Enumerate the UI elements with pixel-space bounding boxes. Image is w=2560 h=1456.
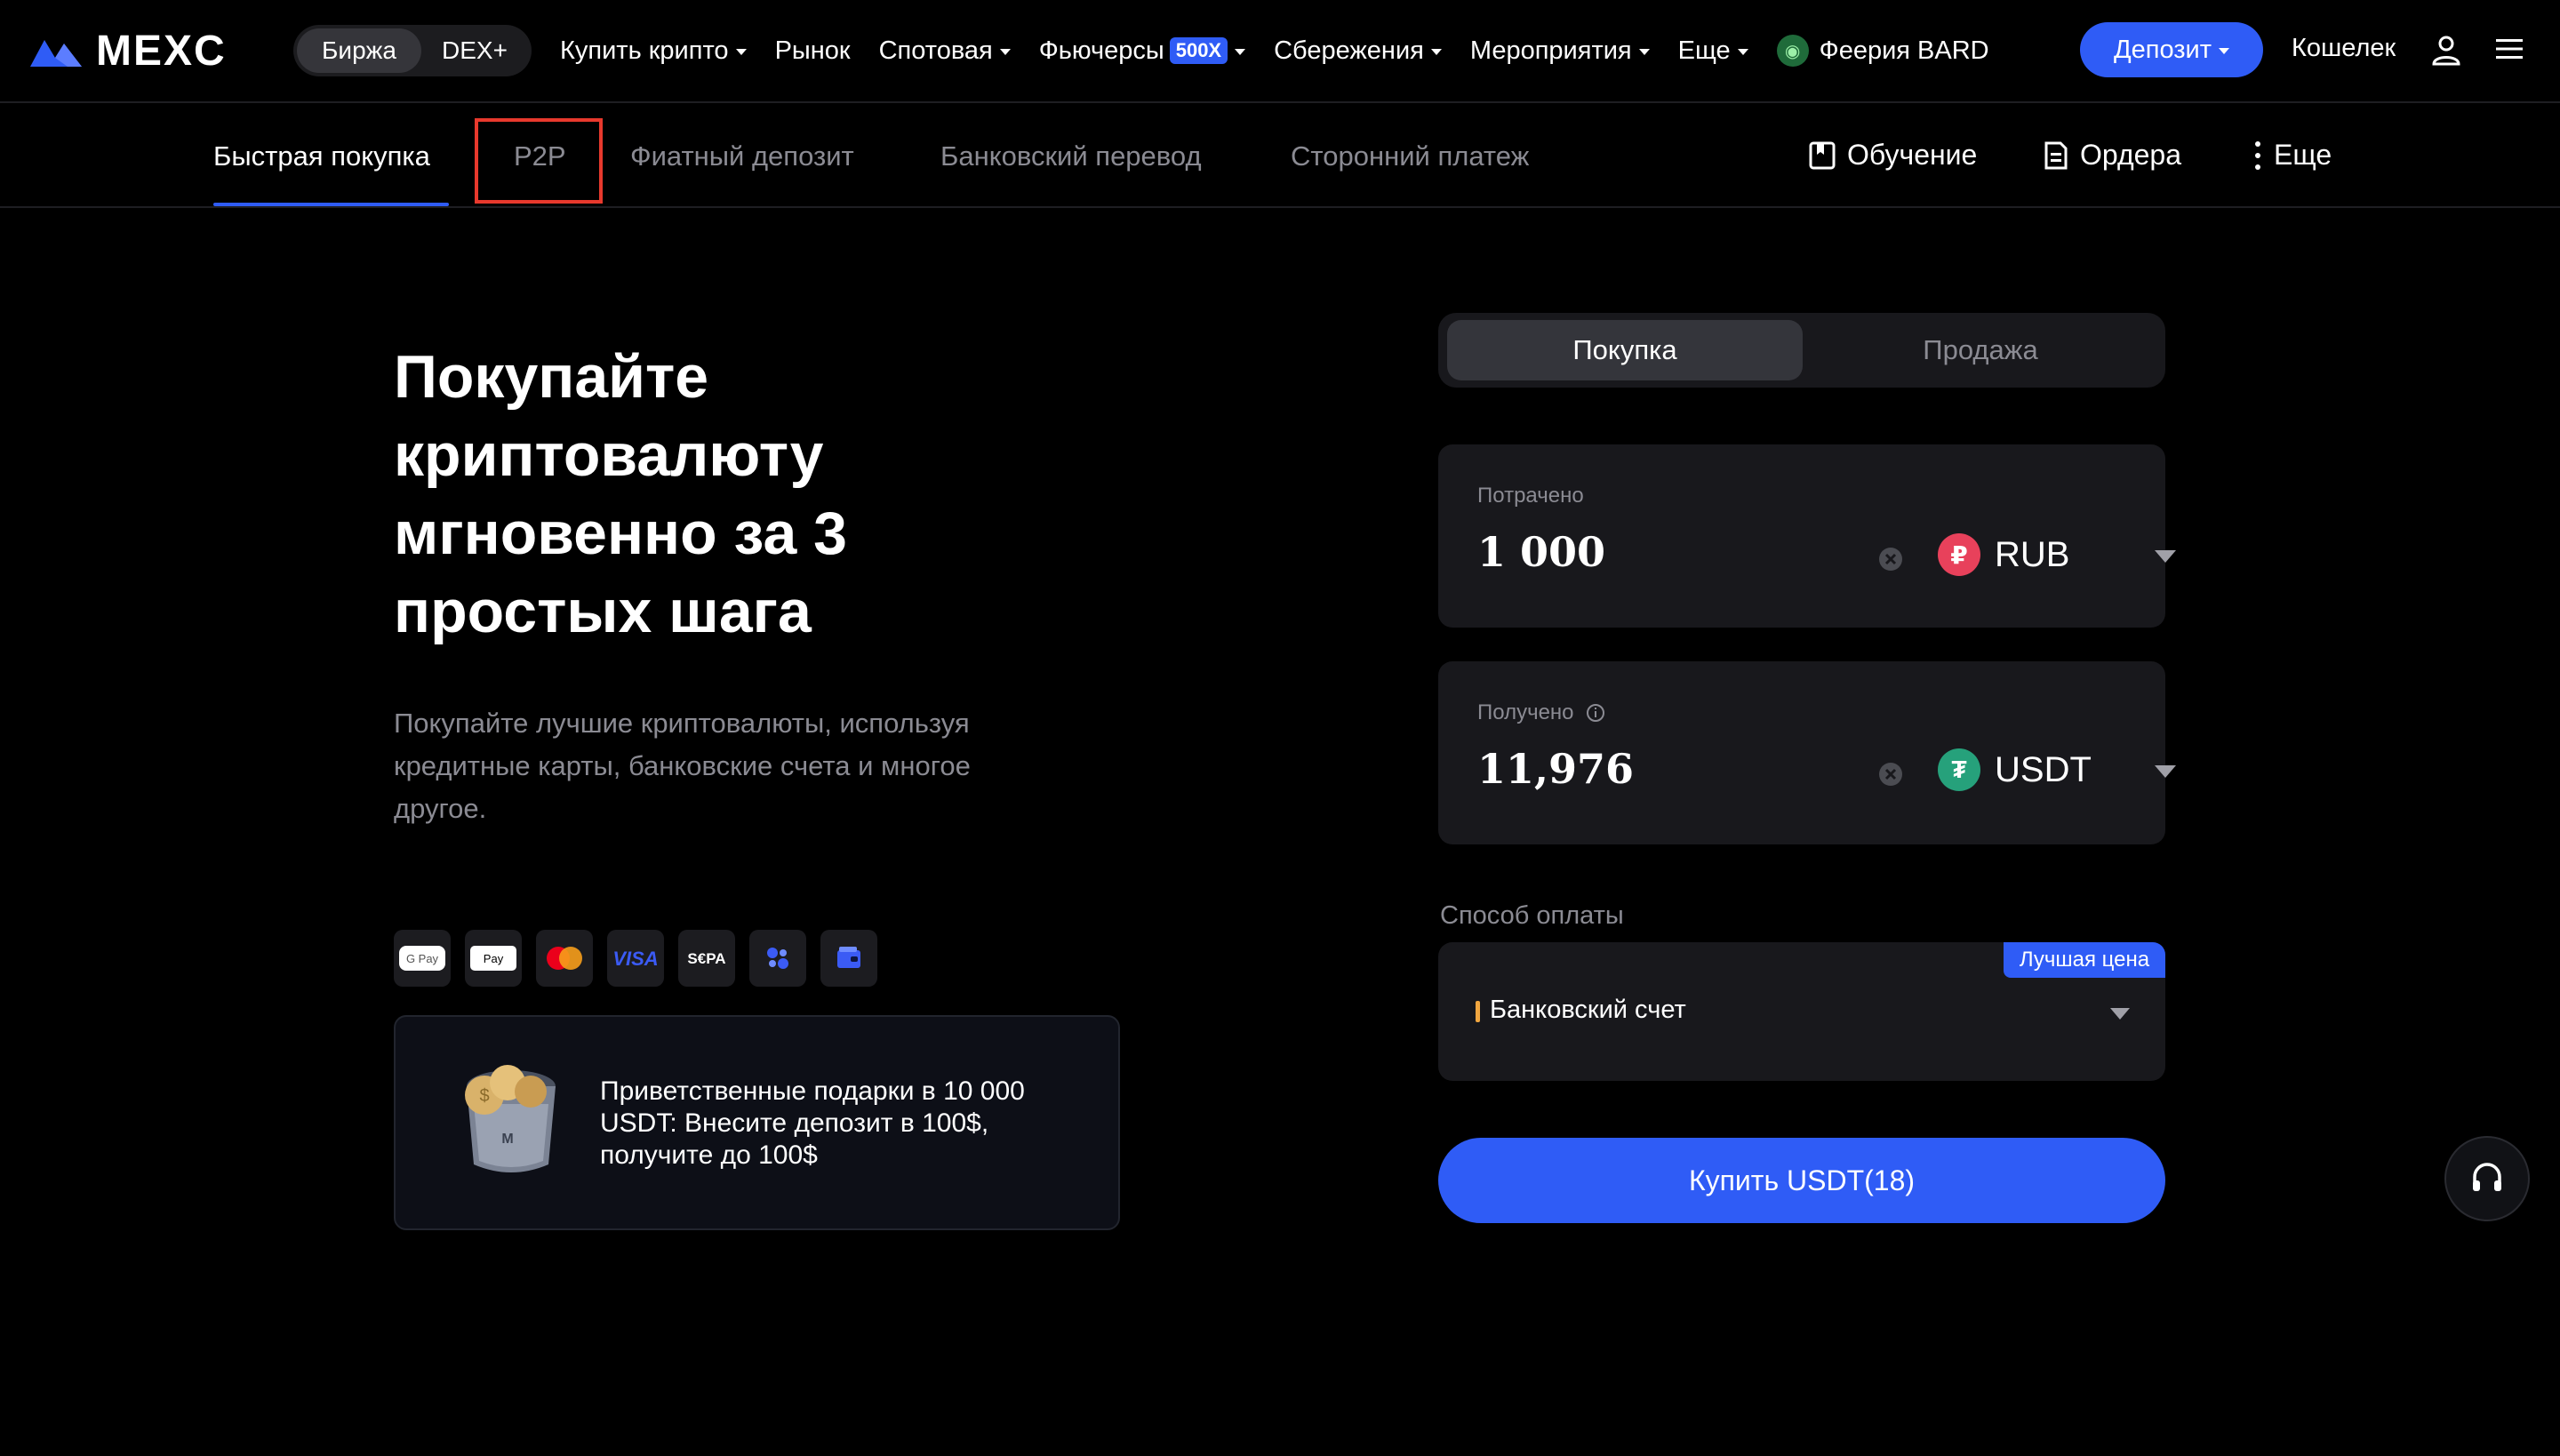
tab-bank-transfer[interactable]: Банковский перевод	[940, 140, 1202, 172]
apple-pay-icon: Pay	[465, 930, 522, 987]
brand-name: MEXC	[96, 27, 227, 75]
svg-text:S€PA: S€PA	[687, 950, 725, 967]
document-icon	[2044, 141, 2068, 169]
book-icon	[1809, 141, 1836, 169]
segment-dex[interactable]: DEX+	[421, 28, 528, 73]
rub-icon: ₽	[1938, 533, 1980, 576]
deposit-button[interactable]: Депозит	[2080, 22, 2263, 77]
spend-label: Потрачено	[1477, 484, 1584, 508]
hamburger-menu-icon[interactable]	[2496, 37, 2523, 60]
payment-indicator	[1476, 1001, 1480, 1022]
payment-method-select[interactable]: Лучшая цена Банковский счет	[1438, 942, 2165, 1081]
exchange-segment: Биржа DEX+	[293, 25, 532, 76]
chevron-down-icon	[1638, 48, 1650, 55]
segment-exchange[interactable]: Биржа	[297, 28, 421, 73]
user-icon[interactable]	[2430, 34, 2462, 66]
nav-market[interactable]: Рынок	[775, 36, 851, 66]
tab-quick-buy[interactable]: Быстрая покупка	[213, 140, 430, 172]
subnav-more[interactable]: Еще	[2252, 139, 2332, 172]
svg-text:Pay: Pay	[484, 952, 504, 965]
svg-text:G Pay: G Pay	[406, 952, 439, 965]
info-icon[interactable]	[1585, 702, 1606, 724]
receive-currency-code: USDT	[1995, 749, 2092, 789]
nav-spot[interactable]: Спотовая	[879, 36, 1011, 66]
nav-more[interactable]: Еще	[1678, 36, 1748, 66]
top-navbar: MEXC Биржа DEX+ Купить крипто Рынок Спот…	[0, 0, 2560, 103]
spend-currency-code: RUB	[1995, 534, 2070, 574]
google-pay-icon: G Pay	[394, 930, 451, 987]
chevron-down-icon[interactable]	[2155, 550, 2176, 563]
hero-subtitle: Покупайте лучшие криптовалюты, используя…	[394, 708, 971, 824]
event-icon: ◉	[1776, 35, 1809, 67]
hero-title: Покупайте криптовалюту мгновенно за 3 пр…	[394, 343, 847, 645]
receive-field: Получено 11,976 ₮ USDT	[1438, 661, 2176, 844]
nav-futures[interactable]: Фьючерсы 500X	[1039, 36, 1246, 66]
nav-buy-crypto[interactable]: Купить крипто	[560, 36, 747, 66]
tab-buy[interactable]: Покупка	[1447, 320, 1803, 380]
orders-link[interactable]: Ордера	[2043, 139, 2181, 172]
pay-app-icon	[749, 930, 806, 987]
chevron-down-icon	[1430, 48, 1442, 55]
buy-usdt-button[interactable]: Купить USDT(18)	[1438, 1138, 2165, 1223]
mexc-logo[interactable]: MEXC	[28, 27, 227, 75]
receive-label-row: Получено	[1477, 700, 1606, 725]
nav-events[interactable]: Мероприятия	[1470, 36, 1650, 66]
chevron-down-icon	[1737, 48, 1748, 55]
mastercard-icon	[536, 930, 593, 987]
support-chat-button[interactable]	[2444, 1136, 2530, 1221]
chevron-down-icon	[2110, 1008, 2130, 1020]
usdt-icon: ₮	[1938, 748, 1980, 791]
spend-field: Потрачено 1 000 ₽ RUB	[1438, 444, 2176, 628]
svg-text:VISA: VISA	[612, 948, 658, 969]
tutorial-link[interactable]: Обучение	[1808, 139, 1977, 172]
tab-fiat-deposit[interactable]: Фиатный депозит	[630, 140, 854, 172]
chevron-down-icon[interactable]	[2155, 765, 2176, 778]
buy-crypto-subnav: Быстрая покупка P2P Фиатный депозит Банк…	[0, 105, 2560, 208]
spend-currency-select[interactable]: ₽ RUB	[1938, 533, 2069, 576]
headset-icon	[2473, 1163, 2501, 1191]
sepa-icon: S€PA	[678, 930, 735, 987]
chevron-down-icon	[2219, 47, 2230, 54]
best-price-badge: Лучшая цена	[2004, 942, 2165, 978]
buy-sell-toggle: Покупка Продажа	[1438, 313, 2165, 388]
chevron-down-icon	[999, 48, 1011, 55]
visa-icon: VISA	[607, 930, 664, 987]
clear-icon[interactable]	[1877, 546, 1904, 572]
chevron-down-icon	[735, 48, 747, 55]
welcome-gift-banner[interactable]: $ M Приветственные подарки в 10 000 USDT…	[394, 1015, 1120, 1230]
nav-event-bard[interactable]: ◉ Феерия BARD	[1776, 35, 1989, 67]
coin-jar-icon: $ M	[465, 1065, 556, 1172]
leverage-badge: 500X	[1169, 37, 1228, 64]
svg-text:M: M	[501, 1132, 513, 1147]
active-tab-indicator	[213, 203, 449, 206]
nav-earn[interactable]: Сбережения	[1274, 36, 1442, 66]
wallet-icon	[820, 930, 877, 987]
mexc-logo-icon	[30, 40, 82, 67]
main-menu: Купить крипто Рынок Спотовая Фьючерсы 50…	[560, 25, 2018, 76]
receive-label: Получено	[1477, 700, 1574, 724]
tab-sell[interactable]: Продажа	[1803, 320, 2158, 380]
promo-text: Приветственные подарки в 10 000 USDT: Вн…	[600, 1076, 1025, 1170]
tab-third-party-payment[interactable]: Сторонний платеж	[1291, 140, 1529, 172]
receive-amount-value[interactable]: 11,976	[1477, 745, 1634, 793]
receive-currency-select[interactable]: ₮ USDT	[1938, 748, 2092, 791]
payment-methods-row: G Pay Pay VISA S€PA	[394, 930, 877, 987]
chevron-down-icon	[1235, 48, 1246, 55]
spend-amount-input[interactable]: 1 000	[1477, 528, 1605, 576]
svg-text:$: $	[479, 1086, 489, 1106]
payment-method-value: Банковский счет	[1490, 996, 1686, 1024]
p2p-highlight-box	[475, 118, 603, 204]
payment-method-label: Способ оплаты	[1440, 901, 1624, 930]
wallet-link[interactable]: Кошелек	[2292, 34, 2396, 63]
more-vertical-icon	[2255, 140, 2260, 170]
clear-icon[interactable]	[1877, 761, 1904, 788]
